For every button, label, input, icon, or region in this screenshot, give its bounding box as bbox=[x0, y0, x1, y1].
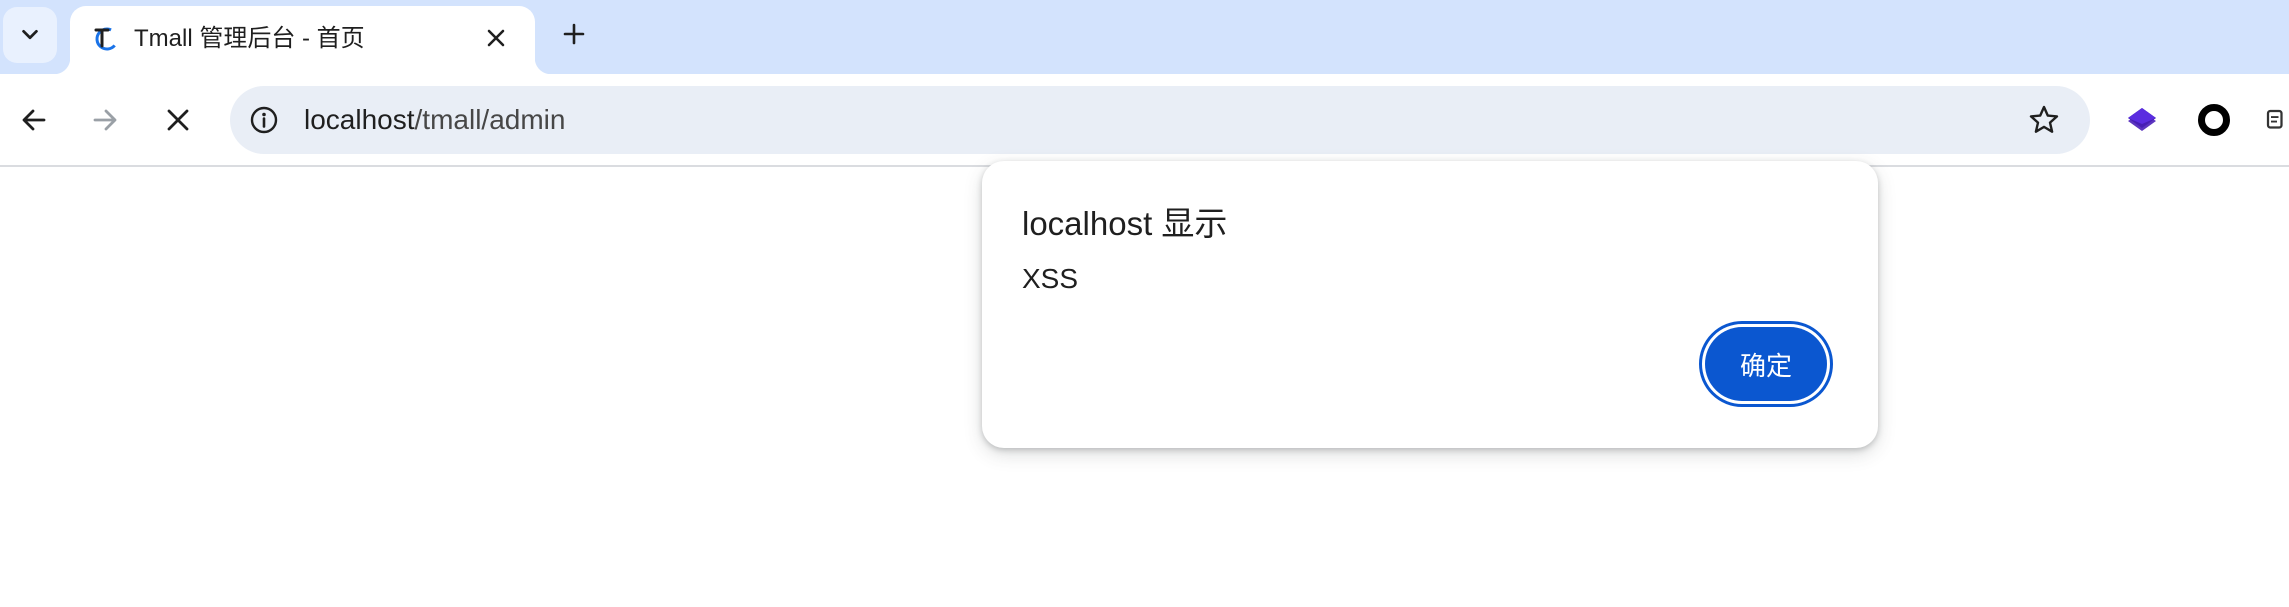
url-path: /tmall/admin bbox=[414, 104, 566, 135]
tab-search-button[interactable] bbox=[3, 7, 57, 63]
forward-button[interactable] bbox=[81, 96, 129, 144]
star-outline-icon bbox=[2029, 105, 2059, 133]
plus-icon bbox=[563, 23, 585, 45]
url-text[interactable]: localhost/tmall/admin bbox=[304, 102, 565, 138]
ring-extension-icon bbox=[2198, 104, 2230, 136]
dialog-ok-button[interactable]: 确定 bbox=[1699, 321, 1833, 407]
close-icon bbox=[487, 29, 505, 47]
close-icon bbox=[167, 109, 189, 131]
tab-close-button[interactable] bbox=[478, 20, 514, 56]
tab-title: Tmall 管理后台 - 首页 bbox=[134, 25, 365, 52]
arrow-forward-icon bbox=[93, 109, 117, 131]
alert-dialog: localhost 显示 XSS 确定 bbox=[982, 161, 1878, 448]
partial-extension-icon bbox=[2266, 109, 2283, 129]
back-button[interactable] bbox=[10, 96, 58, 144]
info-icon bbox=[250, 106, 278, 134]
address-bar[interactable]: localhost/tmall/admin bbox=[230, 86, 2090, 154]
bookmark-button[interactable] bbox=[2024, 100, 2064, 140]
site-info-button[interactable] bbox=[244, 100, 284, 140]
browser-tab-active[interactable]: Tmall 管理后台 - 首页 bbox=[54, 6, 551, 74]
tmall-t-logo-icon bbox=[94, 27, 119, 51]
dialog-message: XSS bbox=[1022, 263, 1079, 294]
chevron-down-icon bbox=[22, 29, 38, 40]
tab-strip: Tmall 管理后台 - 首页 bbox=[0, 0, 2289, 74]
arrow-back-icon bbox=[22, 109, 46, 131]
dialog-title: localhost 显示 bbox=[1022, 205, 1228, 242]
stop-loading-button[interactable] bbox=[154, 96, 202, 144]
url-host: localhost bbox=[304, 104, 415, 135]
extension-button-layers[interactable] bbox=[2118, 96, 2166, 144]
extension-button-ring[interactable] bbox=[2190, 96, 2238, 144]
new-tab-button[interactable] bbox=[554, 14, 594, 54]
extension-button-partial[interactable] bbox=[2262, 96, 2289, 144]
layers-extension-icon bbox=[2128, 108, 2156, 131]
browser-toolbar: localhost/tmall/admin bbox=[0, 74, 2289, 167]
